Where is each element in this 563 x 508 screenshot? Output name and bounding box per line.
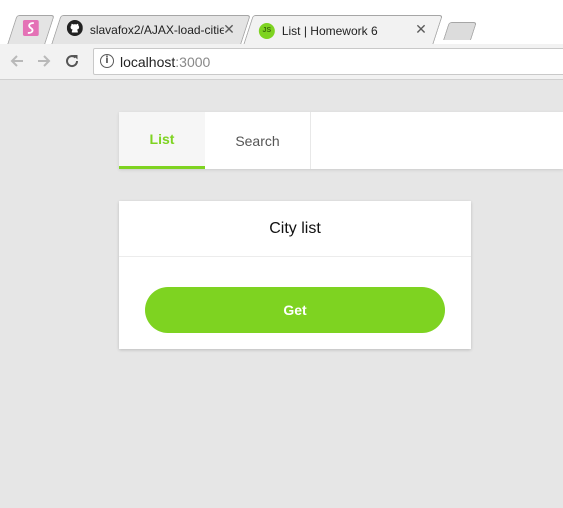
url-host: localhost bbox=[120, 54, 176, 70]
browser-tabstrip: slavafox2/AJAX-load-citie ✕ JS List | Ho… bbox=[0, 0, 563, 44]
forward-button[interactable] bbox=[35, 52, 53, 70]
reload-icon bbox=[66, 55, 79, 68]
info-icon[interactable]: i bbox=[100, 54, 114, 68]
js-favicon-label: JS bbox=[262, 27, 272, 34]
reload-button[interactable] bbox=[63, 52, 81, 70]
js-favicon-icon: JS bbox=[258, 22, 275, 39]
tab-search[interactable]: Search bbox=[205, 112, 311, 169]
app-favicon-icon bbox=[22, 19, 39, 41]
back-arrow-icon bbox=[10, 55, 23, 67]
tab-title: slavafox2/AJAX-load-citie bbox=[89, 23, 224, 37]
back-button[interactable] bbox=[8, 52, 26, 70]
browser-tab-active[interactable]: JS List | Homework 6 ✕ bbox=[243, 15, 443, 44]
tab-list[interactable]: List bbox=[119, 112, 205, 169]
browser-toolbar: i localhost:3000 bbox=[0, 44, 563, 80]
address-url: localhost:3000 bbox=[120, 54, 210, 70]
github-icon bbox=[66, 19, 83, 41]
browser-tab-github[interactable]: slavafox2/AJAX-load-citie ✕ bbox=[51, 15, 251, 44]
close-tab-icon[interactable]: ✕ bbox=[415, 22, 427, 38]
tab-title: List | Homework 6 bbox=[281, 23, 378, 38]
card-title: City list bbox=[269, 219, 321, 237]
city-list-card: City list Get bbox=[119, 201, 471, 349]
address-bar[interactable]: i localhost:3000 bbox=[93, 48, 563, 75]
forward-arrow-icon bbox=[38, 55, 51, 67]
browser-tab-app[interactable] bbox=[7, 15, 55, 44]
close-tab-icon[interactable]: ✕ bbox=[223, 22, 235, 38]
new-tab-button[interactable] bbox=[443, 22, 477, 40]
get-button[interactable]: Get bbox=[145, 287, 445, 333]
url-port: :3000 bbox=[175, 54, 211, 70]
card-header: City list bbox=[119, 201, 471, 257]
page-nav-tabs: List Search bbox=[119, 112, 563, 169]
